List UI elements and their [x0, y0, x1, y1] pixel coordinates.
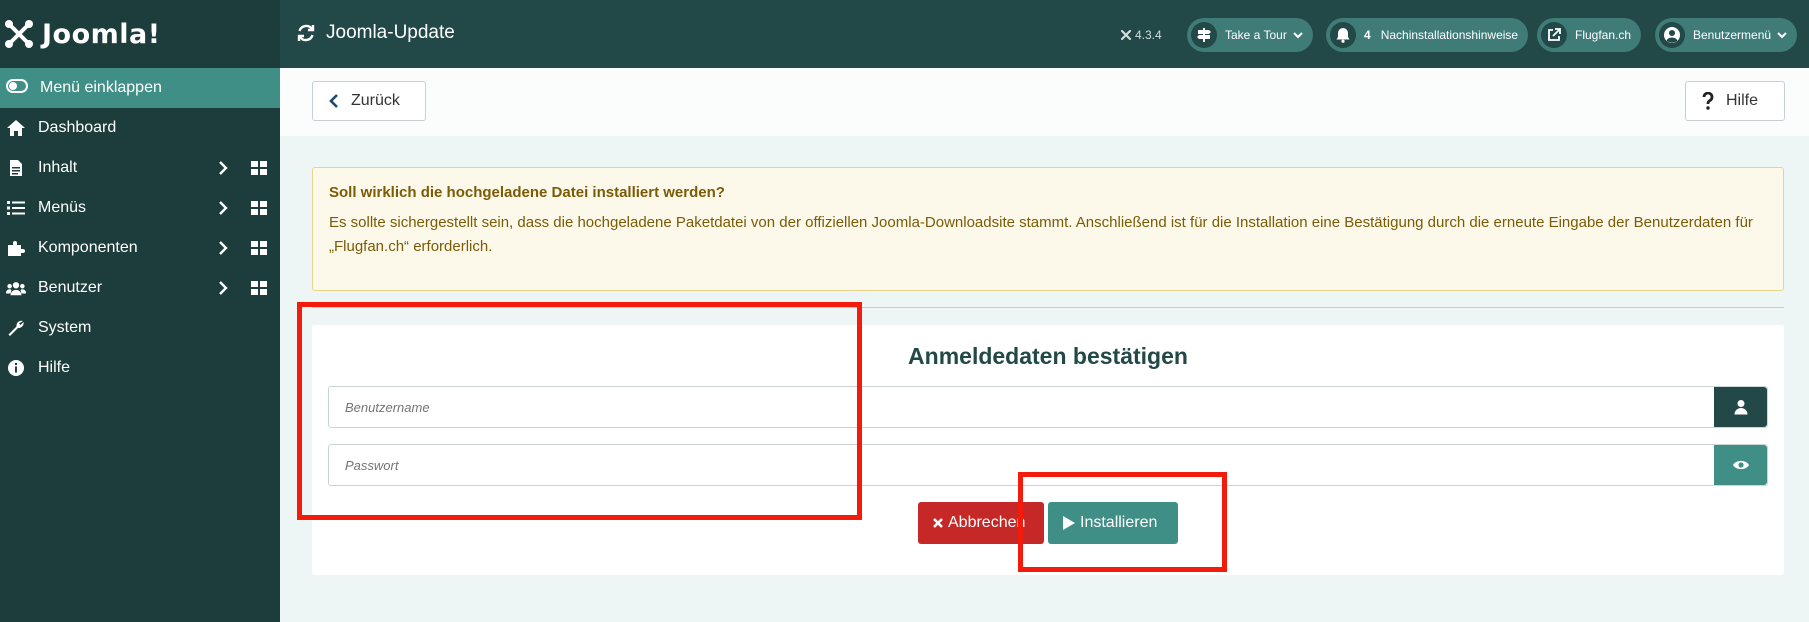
username-field — [328, 386, 1768, 428]
dashboard-grid-icon[interactable] — [251, 281, 267, 300]
sidebar-item-help[interactable]: Hilfe — [0, 348, 280, 388]
show-password-toggle[interactable] — [1714, 445, 1767, 485]
take-a-tour-label: Take a Tour — [1225, 28, 1287, 42]
cancel-label: Abbrechen — [948, 514, 1026, 531]
username-addon — [1714, 387, 1767, 427]
chevron-right-icon[interactable] — [218, 240, 228, 261]
close-icon — [933, 518, 943, 528]
joomla-logo[interactable]: Joomla! — [0, 0, 280, 68]
puzzle-icon — [6, 239, 26, 257]
alert-title: Soll wirklich die hochgeladene Datei ins… — [329, 184, 725, 201]
list-icon — [6, 200, 26, 216]
logo-text: Joomla! — [42, 18, 161, 50]
password-input[interactable] — [329, 445, 1714, 485]
user-icon — [1734, 400, 1747, 415]
external-link-icon — [1541, 22, 1567, 48]
sidebar-item-label: Menüs — [38, 199, 87, 216]
eye-icon — [1732, 460, 1749, 470]
joomla-logo-icon — [5, 20, 33, 48]
joomla-small-icon — [1120, 29, 1132, 41]
dashboard-grid-icon[interactable] — [251, 241, 267, 260]
version-info: 4.3.4 — [1120, 28, 1162, 42]
user-circle-icon — [1659, 22, 1685, 48]
chevron-right-icon[interactable] — [218, 200, 228, 221]
site-name-label: Flugfan.ch — [1575, 28, 1632, 42]
sidebar-item-users[interactable]: Benutzer — [0, 268, 280, 308]
view-site-button[interactable]: Flugfan.ch — [1537, 18, 1642, 52]
play-icon — [1063, 516, 1075, 530]
chevron-right-icon[interactable] — [218, 160, 228, 181]
back-label: Zurück — [351, 92, 400, 109]
sidebar-item-dashboard[interactable]: Dashboard — [0, 108, 280, 148]
question-icon — [1702, 92, 1714, 110]
sidebar-item-content[interactable]: Inhalt — [0, 148, 280, 188]
dashboard-grid-icon[interactable] — [251, 161, 267, 180]
sidebar-item-system[interactable]: System — [0, 308, 280, 348]
divider — [312, 307, 1784, 308]
install-button[interactable]: Installieren — [1048, 502, 1178, 544]
dashboard-grid-icon[interactable] — [251, 201, 267, 220]
bell-icon — [1330, 22, 1356, 48]
cancel-button[interactable]: Abbrechen — [918, 502, 1044, 544]
wrench-icon — [6, 319, 26, 337]
password-field — [328, 444, 1768, 486]
notification-count: 4 — [1364, 28, 1371, 42]
help-button[interactable]: Hilfe — [1685, 81, 1785, 121]
post-install-messages-label: Nachinstallationshinweise — [1380, 28, 1519, 42]
sidebar-item-label: Dashboard — [38, 119, 117, 136]
sidebar-item-label: System — [38, 319, 92, 336]
alert-body: Es sollte sichergestellt sein, dass die … — [329, 214, 1753, 255]
version-text: 4.3.4 — [1135, 28, 1162, 42]
sidebar-item-label: Benutzer — [38, 279, 103, 296]
sidebar-item-label: Inhalt — [38, 159, 78, 176]
username-input[interactable] — [329, 387, 1714, 427]
chevron-down-icon — [1777, 31, 1787, 39]
users-icon — [6, 280, 26, 296]
post-install-messages-button[interactable]: 4 Nachinstallationshinweise — [1326, 18, 1529, 52]
sidebar-item-label: Hilfe — [38, 359, 71, 376]
home-icon — [6, 119, 26, 137]
chevron-down-icon — [1293, 31, 1303, 39]
take-a-tour-button[interactable]: Take a Tour — [1187, 18, 1313, 52]
page-title: Joomla-Update — [296, 22, 455, 44]
chevron-left-icon — [329, 94, 338, 108]
sidebar: Joomla! Menü einklappen Dashboard Inhalt… — [0, 0, 280, 622]
file-icon — [6, 159, 26, 177]
signpost-icon — [1191, 22, 1217, 48]
collapse-menu-label: Menü einklappen — [40, 79, 162, 96]
back-button[interactable]: Zurück — [312, 81, 426, 121]
chevron-right-icon[interactable] — [218, 280, 228, 301]
user-menu-label: Benutzermenü — [1693, 28, 1772, 42]
card-title: Anmeldedaten bestätigen — [908, 343, 1188, 369]
sync-icon — [297, 24, 315, 42]
info-icon — [6, 359, 26, 377]
toggle-icon — [6, 78, 28, 98]
page-title-text: Joomla-Update — [326, 22, 455, 43]
toolbar: Zurück Hilfe — [280, 68, 1809, 136]
top-header: Joomla-Update 4.3.4 Take a Tour 4 Nachin… — [280, 0, 1809, 68]
install-label: Installieren — [1080, 514, 1158, 531]
sidebar-item-label: Komponenten — [38, 239, 138, 256]
help-label: Hilfe — [1726, 92, 1759, 109]
collapse-menu-toggle[interactable]: Menü einklappen — [0, 68, 280, 108]
sidebar-item-components[interactable]: Komponenten — [0, 228, 280, 268]
warning-alert: Soll wirklich die hochgeladene Datei ins… — [312, 167, 1784, 291]
user-menu-button[interactable]: Benutzermenü — [1655, 18, 1798, 52]
credentials-card: Anmeldedaten bestätigen Abbrechen Instal… — [312, 325, 1784, 575]
sidebar-item-menus[interactable]: Menüs — [0, 188, 280, 228]
